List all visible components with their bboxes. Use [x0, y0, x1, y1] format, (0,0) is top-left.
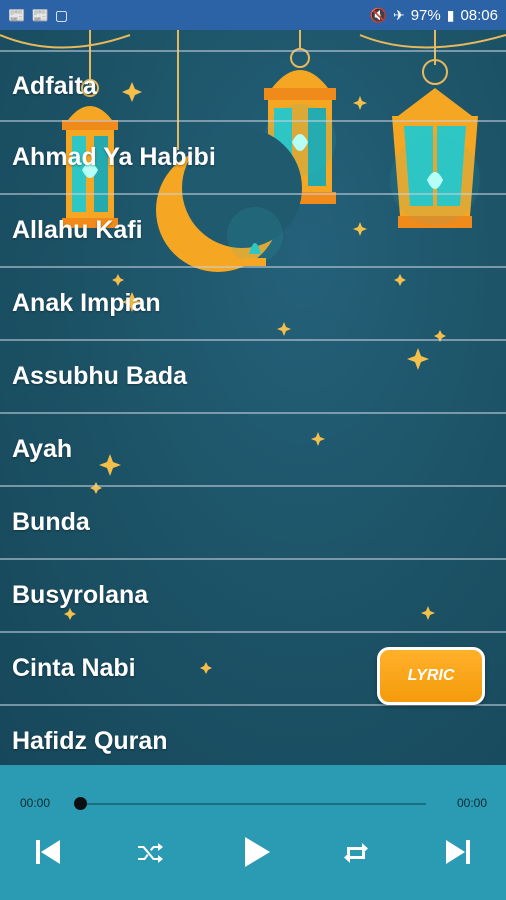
status-bar: 📰 📰 ▢ 🔇 ✈ 97% ▮ 08:06: [0, 0, 506, 30]
notification-icon: 📰: [31, 7, 49, 23]
shuffle-icon: [138, 843, 163, 863]
list-item[interactable]: Anak Impian: [0, 268, 506, 341]
list-item[interactable]: Ayah: [0, 414, 506, 487]
battery-icon: ▮: [446, 7, 455, 23]
skip-previous-icon: [36, 840, 60, 864]
previous-button[interactable]: [28, 830, 68, 874]
notification-icon: 📰: [8, 7, 26, 23]
list-item[interactable]: Busyrolana: [0, 560, 506, 633]
status-right: 🔇 ✈ 97% ▮ 08:06: [370, 7, 498, 24]
screenshot-icon: ▢: [54, 7, 69, 23]
lyric-button[interactable]: LYRIC: [377, 647, 485, 705]
mute-icon: 🔇: [369, 7, 387, 23]
clock: 08:06: [460, 6, 498, 24]
current-time: 00:00: [20, 796, 51, 810]
seek-bar[interactable]: [80, 803, 426, 805]
shuffle-button[interactable]: [132, 830, 168, 874]
list-item[interactable]: Ahmad Ya Habibi: [0, 122, 506, 195]
repeat-button[interactable]: [338, 830, 374, 874]
next-button[interactable]: [438, 830, 478, 874]
battery-percent: 97%: [410, 6, 441, 24]
list-item[interactable]: Assubhu Bada: [0, 341, 506, 414]
list-item[interactable]: Allahu Kafi: [0, 195, 506, 268]
player-controls: [0, 830, 506, 874]
seek-thumb[interactable]: [74, 797, 87, 810]
repeat-icon: [344, 843, 368, 863]
total-time: 00:00: [456, 796, 487, 810]
play-button[interactable]: [236, 830, 276, 874]
play-icon: [245, 837, 270, 867]
music-player: 00:00 00:00: [0, 765, 506, 900]
airplane-icon: ✈: [392, 7, 405, 23]
status-left: 📰 📰 ▢: [8, 8, 68, 22]
list-item[interactable]: Adfaita: [0, 50, 506, 122]
list-item[interactable]: Bunda: [0, 487, 506, 560]
skip-next-icon: [446, 840, 470, 864]
